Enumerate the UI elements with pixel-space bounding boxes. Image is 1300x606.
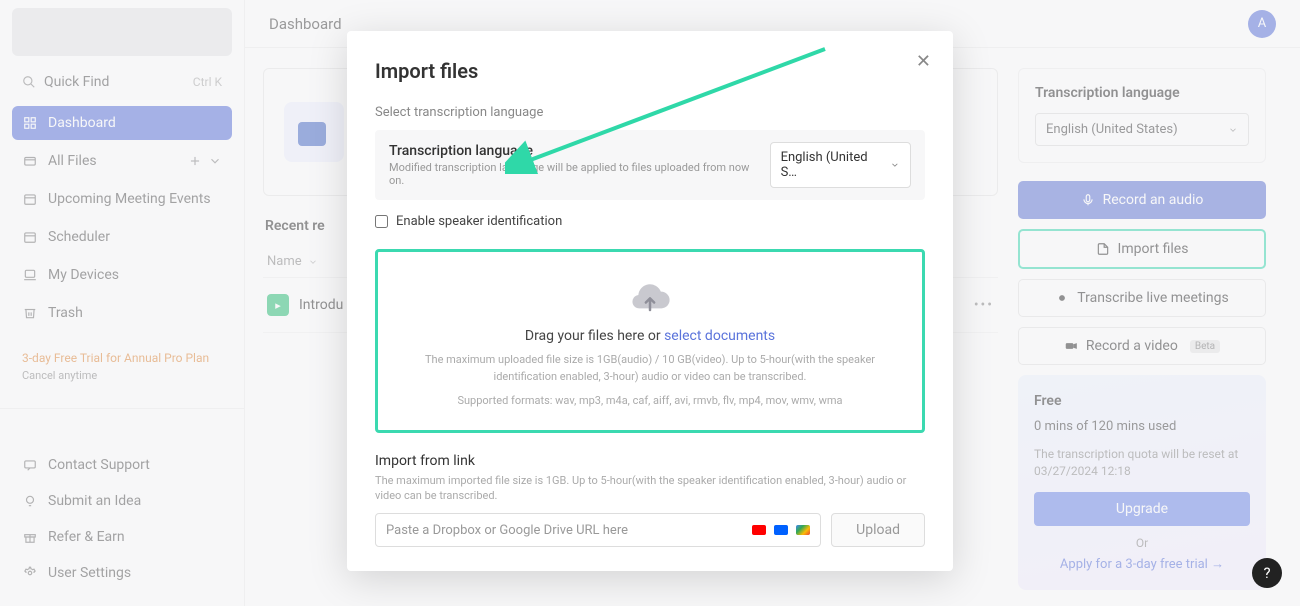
- lang-field-name: Transcription language: [389, 143, 758, 159]
- cloud-upload-icon: [630, 284, 670, 316]
- modal-title: Import files: [375, 59, 925, 83]
- file-dropzone[interactable]: Drag your files here or select documents…: [375, 249, 925, 433]
- modal-language-value: English (United S…: [781, 150, 885, 180]
- close-icon[interactable]: ✕: [916, 51, 931, 72]
- modal-language-select[interactable]: English (United S…: [770, 142, 911, 188]
- import-files-modal: Import files ✕ Select transcription lang…: [347, 31, 953, 571]
- speaker-id-input[interactable]: [375, 215, 388, 228]
- help-fab[interactable]: ?: [1252, 558, 1282, 588]
- select-documents-link[interactable]: select documents: [664, 328, 775, 344]
- speaker-id-checkbox[interactable]: Enable speaker identification: [375, 214, 925, 229]
- upload-button[interactable]: Upload: [831, 513, 925, 547]
- lang-field-hint: Modified transcription language will be …: [389, 161, 758, 187]
- url-placeholder: Paste a Dropbox or Google Drive URL here: [386, 523, 628, 538]
- youtube-icon: [752, 525, 766, 535]
- url-input[interactable]: Paste a Dropbox or Google Drive URL here: [375, 513, 821, 547]
- drop-fine-2: Supported formats: wav, mp3, m4a, caf, a…: [402, 393, 898, 410]
- speaker-id-label: Enable speaker identification: [396, 214, 562, 229]
- import-link-fine: The maximum imported file size is 1GB. U…: [375, 473, 925, 504]
- drop-fine-1: The maximum uploaded file size is 1GB(au…: [402, 352, 898, 385]
- dropbox-icon: [774, 525, 788, 535]
- chevron-down-icon: [890, 160, 900, 170]
- import-link-title: Import from link: [375, 453, 925, 469]
- select-lang-label: Select transcription language: [375, 105, 925, 120]
- google-drive-icon: [796, 525, 810, 535]
- drop-text: Drag your files here or: [525, 328, 664, 344]
